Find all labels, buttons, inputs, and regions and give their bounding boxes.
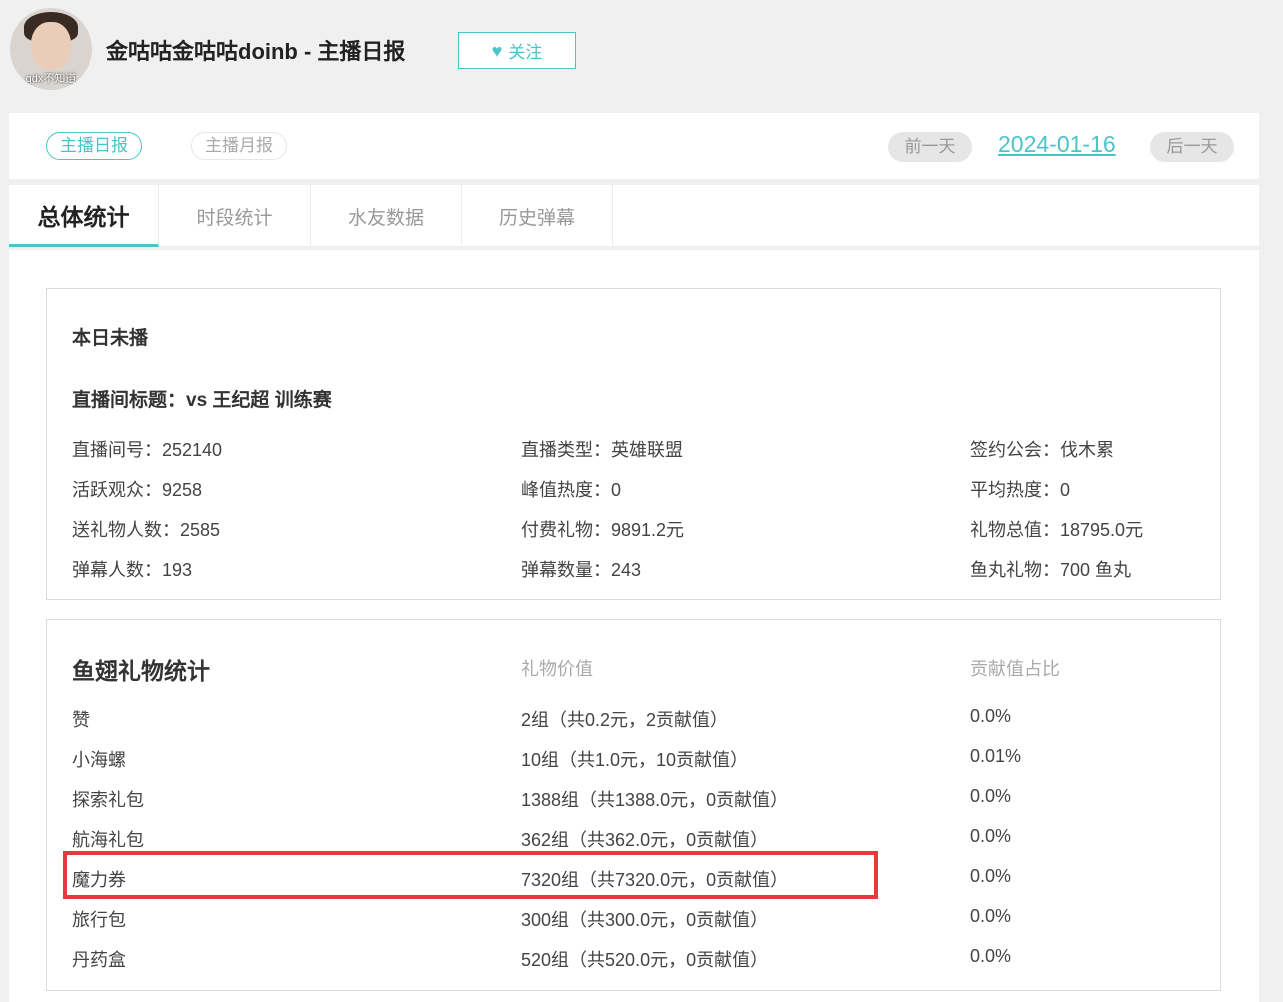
stat-danmaku-users: 弹幕人数：193: [72, 560, 193, 580]
stat-stream-type: 直播类型：英雄联盟: [521, 440, 683, 460]
gift-row-name: 航海礼包: [72, 830, 144, 850]
next-day-button[interactable]: 后一天: [1150, 132, 1234, 162]
stat-gift-total: 礼物总值：18795.0元: [970, 520, 1144, 540]
gift-row-ratio: 0.01%: [970, 746, 1022, 766]
stat-peak-heat: 峰值热度：0: [521, 480, 622, 500]
stat-guild: 签约公会：伐木累: [970, 440, 1114, 460]
gift-stats-heading: 鱼翅礼物统计: [72, 658, 210, 684]
column-header-value: 礼物价值: [521, 659, 593, 679]
report-bar: 主播日报 主播月报 前一天 2024-01-16 后一天: [9, 113, 1259, 179]
gift-row-name: 丹药盒: [72, 950, 126, 970]
gift-row-name: 赞: [72, 710, 90, 730]
tab-monthly-report[interactable]: 主播月报: [191, 132, 287, 160]
gift-row-ratio: 0.0%: [970, 946, 1012, 966]
gift-row-ratio: 0.0%: [970, 826, 1012, 846]
tab-daily-report[interactable]: 主播日报: [46, 132, 142, 160]
gift-row-value: 300组（共300.0元，0贡献值）: [521, 910, 769, 930]
tab-overall-stats[interactable]: 总体统计: [9, 185, 159, 247]
gift-stats-panel: 鱼翅礼物统计 礼物价值 贡献值占比 赞 2组（共0.2元，2贡献值） 0.0% …: [46, 619, 1221, 991]
gift-row-ratio: 0.0%: [970, 706, 1012, 726]
gift-row-value: 1388组（共1388.0元，0贡献值）: [521, 790, 789, 810]
stat-paid-gifts: 付费礼物：9891.2元: [521, 520, 685, 540]
page-title: 金咕咕金咕咕doinb - 主播日报: [106, 39, 406, 64]
stat-fishball-gifts: 鱼丸礼物：700 鱼丸: [970, 560, 1132, 580]
gift-row-name: 旅行包: [72, 910, 126, 930]
column-header-ratio: 贡献值占比: [970, 659, 1060, 679]
gift-row-value: 2组（共0.2元，2贡献值）: [521, 710, 729, 730]
gift-row-ratio: 0.0%: [970, 866, 1012, 886]
stat-danmaku-count: 弹幕数量：243: [521, 560, 642, 580]
gift-row-ratio: 0.0%: [970, 786, 1012, 806]
gift-row-name: 探索礼包: [72, 790, 144, 810]
avatar[interactable]: gdx不知道: [10, 8, 92, 90]
tab-history-danmaku[interactable]: 历史弹幕: [462, 185, 613, 247]
tab-fan-data[interactable]: 水友数据: [311, 185, 462, 247]
stats-tabs: 总体统计 时段统计 水友数据 历史弹幕: [9, 185, 1259, 247]
stat-active-viewers: 活跃观众：9258: [72, 480, 203, 500]
avatar-caption: gdx不知道: [25, 73, 77, 85]
page-scrollbar[interactable]: [1260, 185, 1283, 1002]
date-picker-link[interactable]: 2024-01-16: [998, 131, 1116, 158]
stat-gift-senders: 送礼物人数：2585: [72, 520, 221, 540]
heart-icon: ♥: [491, 40, 503, 61]
stat-room-id: 直播间号：252140: [72, 440, 223, 460]
gift-row-value: 7320组（共7320.0元，0贡献值）: [521, 870, 789, 890]
follow-label: 关注: [508, 43, 543, 62]
room-title: 直播间标题：vs 王纪超 训练赛: [72, 390, 332, 411]
gift-row-ratio: 0.0%: [970, 906, 1012, 926]
avatar-face: [31, 22, 71, 70]
gift-row-value: 10组（共1.0元，10贡献值）: [521, 750, 749, 770]
overview-panel: 本日未播 直播间标题：vs 王纪超 训练赛 直播间号：252140 直播类型：英…: [46, 288, 1221, 600]
tab-period-stats[interactable]: 时段统计: [159, 185, 311, 247]
prev-day-button[interactable]: 前一天: [888, 132, 972, 162]
stat-average-heat: 平均热度：0: [970, 480, 1071, 500]
broadcast-status: 本日未播: [72, 328, 149, 349]
follow-button[interactable]: ♥ 关注: [458, 32, 576, 69]
header: gdx不知道 金咕咕金咕咕doinb - 主播日报 ♥ 关注: [0, 0, 1283, 112]
gift-row-name: 魔力券: [72, 870, 126, 890]
main-content: 本日未播 直播间标题：vs 王纪超 训练赛 直播间号：252140 直播类型：英…: [9, 250, 1259, 1002]
gift-row-value: 362组（共362.0元，0贡献值）: [521, 830, 769, 850]
gift-row-value: 520组（共520.0元，0贡献值）: [521, 950, 769, 970]
gift-row-name: 小海螺: [72, 750, 126, 770]
